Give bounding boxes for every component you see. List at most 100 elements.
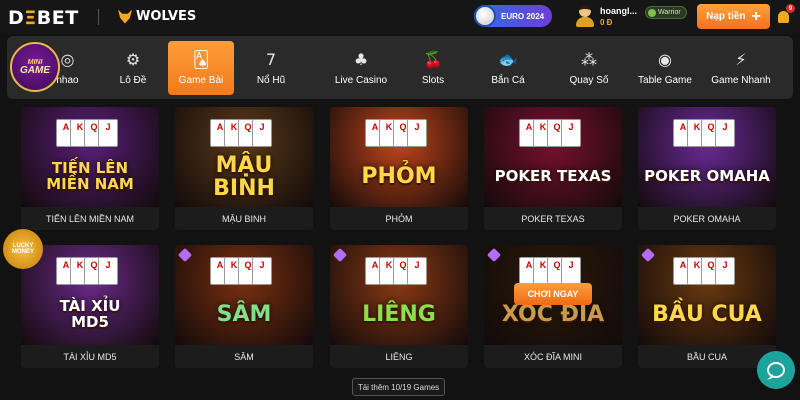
debet-logo[interactable]: DΞBET	[8, 7, 79, 29]
nav-item-1[interactable]: ⚙ Lô Đề	[105, 41, 161, 95]
game-card[interactable]: A K Q J POKER TEXAS POKER TEXAS	[484, 107, 622, 230]
nav-item-6[interactable]: 🐟 Bắn Cá	[478, 41, 538, 95]
bell-icon[interactable]	[778, 11, 789, 23]
nav-label: Game Nhanh	[711, 74, 771, 86]
account-balance: 0 Đ	[600, 18, 613, 27]
playing-card: J	[252, 119, 272, 147]
chat-icon	[767, 362, 785, 378]
game-card[interactable]: A K Q J POKER OMAHA POKER OMAHA	[638, 107, 776, 230]
playing-card: J	[715, 119, 735, 147]
avatar-head	[579, 5, 591, 17]
avatar-body	[576, 17, 594, 27]
playing-cards-decoration: AKQJ	[519, 257, 581, 285]
nav-icon: ⚡	[735, 50, 747, 69]
playing-cards-decoration: AKQJ	[56, 257, 118, 285]
nav-label: Lô Đề	[119, 74, 147, 86]
nav-label: Slots	[421, 74, 445, 86]
game-thumbnail: A K Q J LIÊNG	[330, 245, 468, 345]
diamond-icon	[486, 247, 502, 263]
game-card[interactable]: A K Q J MẬU BINH MẬU BINH	[175, 107, 313, 230]
game-title: SÂM	[234, 351, 254, 362]
game-art-title: TIẾN LÊN MIỀN NAM	[46, 159, 134, 193]
live-chat-button[interactable]	[757, 351, 795, 389]
nav-label: Game Bài	[178, 74, 224, 86]
playing-cards-decoration: AKQJ	[365, 257, 427, 285]
diamond-icon	[177, 247, 193, 263]
nav-icon: 🍒	[423, 50, 443, 69]
wolf-icon	[118, 9, 132, 24]
game-card[interactable]: A K Q J XÓC ĐĨA CHƠI NGAY XÓC ĐĨA MINI	[484, 245, 622, 368]
logo-text-suffix: BET	[36, 7, 79, 29]
game-card[interactable]: A K Q J BẦU CUA BẦU CUA	[638, 245, 776, 368]
nav-label: Quay Số	[569, 74, 609, 86]
game-thumbnail: A K Q J SÂM	[175, 245, 313, 345]
playing-cards-decoration: AKQJ	[210, 257, 272, 285]
game-art-title: SÂM	[216, 302, 272, 328]
nav-item-2[interactable]: 🂡 Game Bài	[168, 41, 234, 95]
game-art-title: POKER OMAHA	[644, 167, 770, 186]
game-card[interactable]: A K Q J PHỎM PHỎM	[330, 107, 468, 230]
playing-cards-decoration: AKQJ	[365, 119, 427, 147]
game-category-nav: ◎ nhao ⚙ Lô Đề 🂡 Game Bài 7 Nổ Hũ ♣ Live Casino 🍒 S…	[7, 36, 793, 99]
nav-label: Bắn Cá	[491, 74, 525, 86]
diamond-icon	[640, 247, 656, 263]
nav-item-8[interactable]: ◉ Table Game	[630, 41, 700, 95]
rank-label: Warrior	[658, 9, 681, 16]
minigame-button[interactable]: MINI GAME	[10, 42, 60, 92]
playing-cards-decoration: AKQJ	[519, 119, 581, 147]
nav-icon: ⁂	[581, 50, 597, 69]
playing-card: J	[407, 257, 427, 285]
nav-icon: ♣	[353, 50, 369, 69]
wolves-partner-logo[interactable]: WOLVES	[118, 9, 196, 24]
nav-item-7[interactable]: ⁂ Quay Số	[560, 41, 618, 95]
deposit-button[interactable]: Nạp tiền +	[697, 4, 770, 29]
username[interactable]: hoangl...	[600, 6, 637, 16]
nav-label: Nổ Hũ	[256, 74, 286, 86]
game-art-title: POKER TEXAS	[494, 167, 612, 186]
playing-card: J	[98, 119, 118, 147]
lucky-money-button[interactable]: LUCKY MONEY	[3, 229, 43, 269]
load-more-button[interactable]: Tải thêm 10/19 Games	[352, 378, 445, 396]
game-title: TIẾN LÊN MIỀN NAM	[45, 213, 134, 224]
playing-card: J	[98, 257, 118, 285]
game-title: XÓC ĐĨA MINI	[523, 351, 582, 362]
avatar[interactable]	[574, 4, 596, 28]
top-header: DΞBET WOLVES EURO 2024 hoangl... 0 Đ War…	[0, 0, 800, 34]
game-thumbnail: A K Q J XÓC ĐĨA CHƠI NGAY	[484, 245, 622, 345]
nav-item-3[interactable]: 7 Nổ Hũ	[245, 41, 297, 95]
nav-label: Live Casino	[334, 74, 388, 86]
game-title: BẦU CUA	[686, 351, 727, 362]
plus-icon: +	[751, 7, 761, 25]
nav-label: nhao	[56, 74, 79, 86]
football-icon	[474, 5, 496, 27]
nav-item-5[interactable]: 🍒 Slots	[408, 41, 458, 95]
game-card[interactable]: A K Q J SÂM SÂM	[175, 245, 313, 368]
nav-icon: 🂡	[192, 50, 210, 69]
nav-item-4[interactable]: ♣ Live Casino	[318, 41, 404, 95]
game-title: LIÊNG	[385, 351, 413, 362]
play-now-button[interactable]: CHƠI NGAY	[514, 283, 592, 305]
notification-badge: 9	[786, 4, 795, 13]
nav-icon: ⚙	[125, 50, 141, 69]
deposit-label: Nạp tiền	[706, 11, 746, 22]
euro-label: EURO 2024	[501, 11, 545, 21]
game-title: TÀI XỈU MD5	[63, 351, 117, 362]
partner-label: WOLVES	[136, 9, 197, 24]
playing-card: J	[715, 257, 735, 285]
game-thumbnail: A K Q J PHỎM	[330, 107, 468, 207]
nav-icon: ◎	[60, 50, 75, 69]
game-art-title: PHỎM	[361, 164, 437, 190]
game-art-title: MẬU BINH	[213, 152, 275, 201]
game-card[interactable]: A K Q J TIẾN LÊN MIỀN NAM TIẾN LÊN MIỀN NAM	[21, 107, 159, 230]
rank-badge[interactable]: Warrior	[645, 6, 687, 19]
logo-text-o: Ξ	[24, 7, 37, 29]
game-thumbnail: A K Q J TIẾN LÊN MIỀN NAM	[21, 107, 159, 207]
nav-item-9[interactable]: ⚡ Game Nhanh	[703, 41, 779, 95]
header-divider	[98, 9, 99, 25]
euro-2024-banner[interactable]: EURO 2024	[474, 5, 552, 27]
game-card[interactable]: A K Q J TÀI XỈU MD5 TÀI XỈU MD5	[21, 245, 159, 368]
logo-text-prefix: D	[8, 7, 25, 29]
game-art-title: XÓC ĐĨA	[501, 302, 605, 328]
game-card[interactable]: A K Q J LIÊNG LIÊNG	[330, 245, 468, 368]
game-thumbnail: A K Q J TÀI XỈU MD5	[21, 245, 159, 345]
